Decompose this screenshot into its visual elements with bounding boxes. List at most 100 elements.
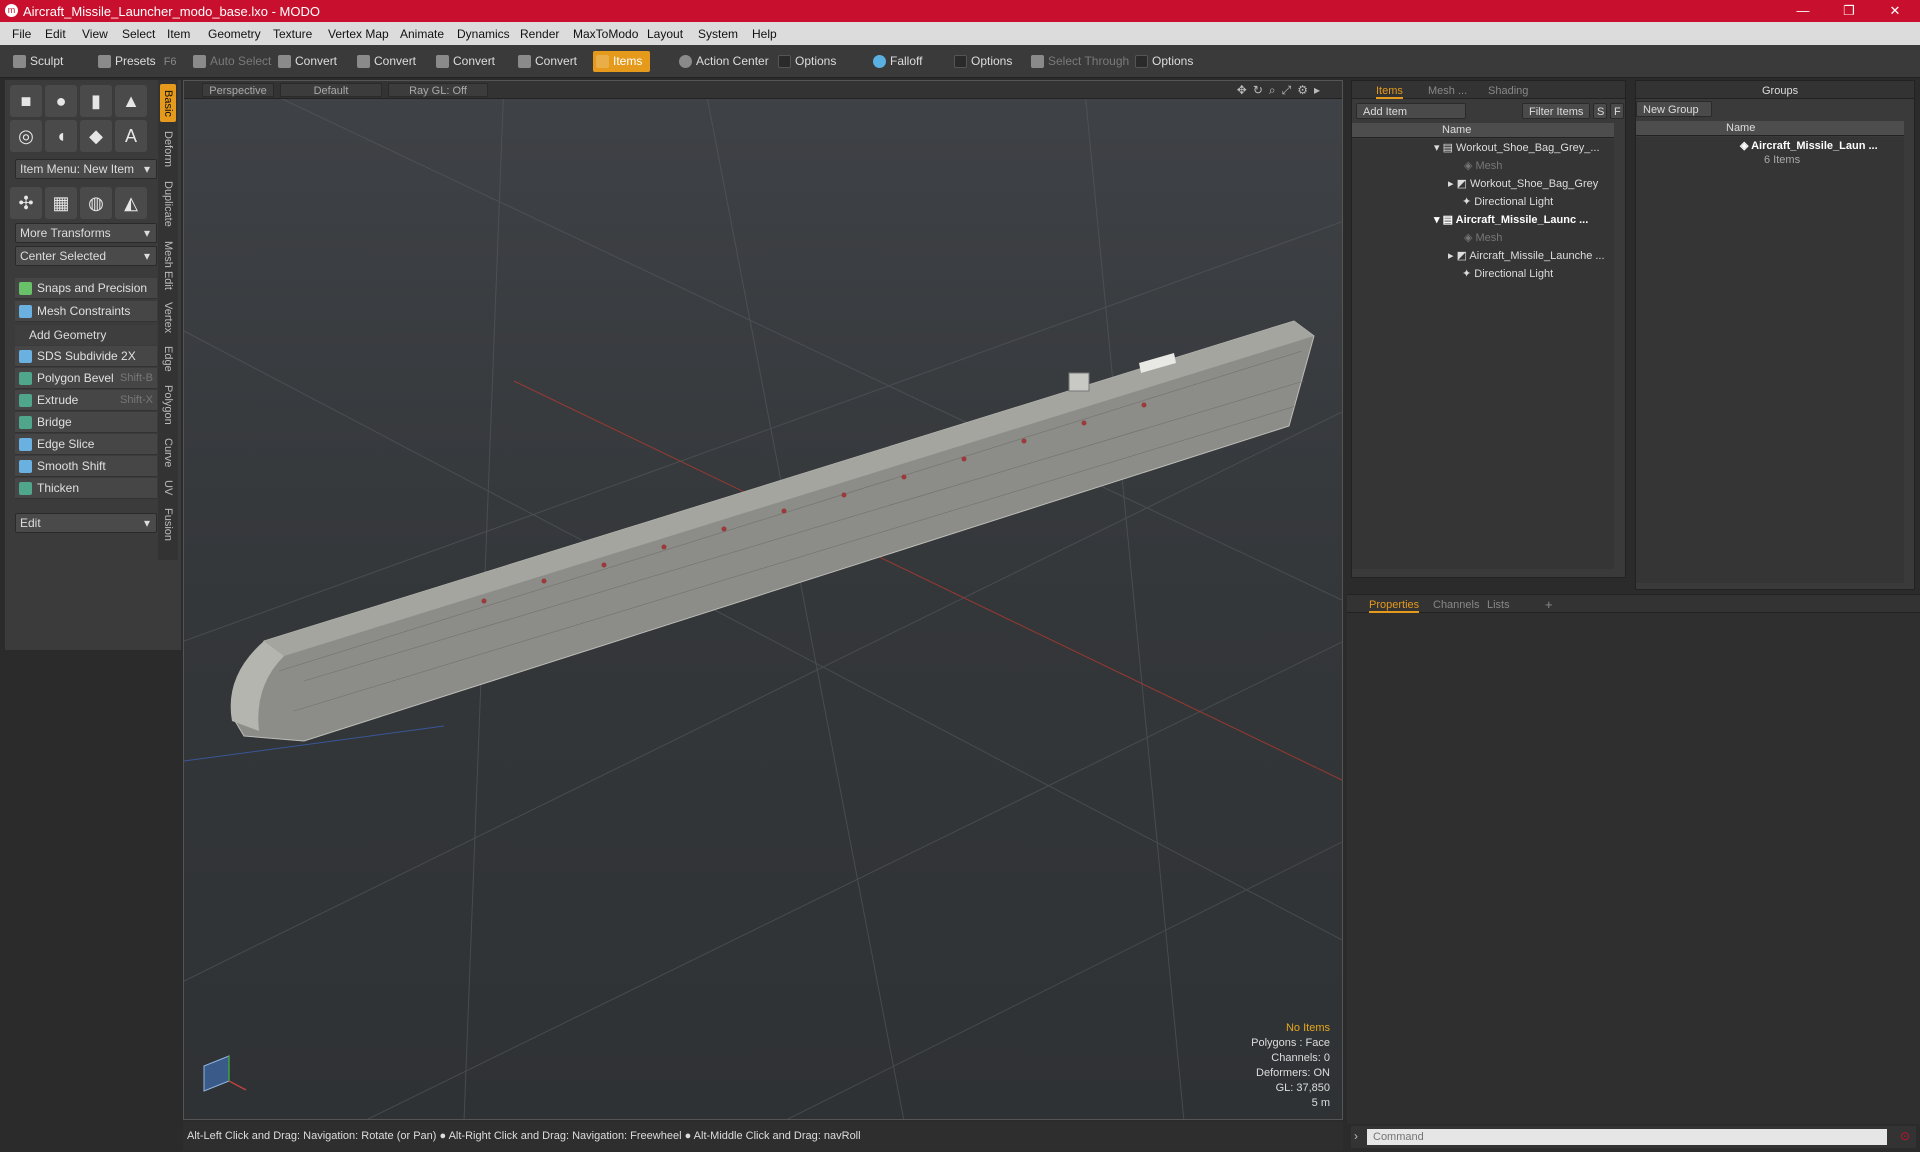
menu-edit[interactable]: Edit: [45, 27, 66, 41]
close-button[interactable]: ✕: [1872, 1, 1918, 21]
sculpt-button[interactable]: Sculpt: [10, 51, 63, 72]
new-group-button[interactable]: New Group: [1636, 101, 1712, 117]
snaps-precision-button[interactable]: Snaps and Precision: [15, 278, 157, 299]
tab-deform[interactable]: Deform: [160, 126, 176, 172]
tab-shading[interactable]: Shading: [1488, 83, 1528, 99]
tab-mesh[interactable]: Mesh ...: [1428, 83, 1467, 99]
add-item-button[interactable]: Add Item: [1356, 103, 1466, 119]
capsule-icon[interactable]: ◖: [45, 120, 77, 152]
group-row[interactable]: ◈ Aircraft_Missile_Laun ...: [1740, 137, 1878, 155]
tab-duplicate[interactable]: Duplicate: [160, 176, 176, 232]
command-input[interactable]: [1367, 1129, 1887, 1145]
convert-button-1[interactable]: Convert: [275, 51, 337, 72]
sds-subdivide-button[interactable]: SDS Subdivide 2X: [15, 346, 157, 367]
tab-polygon[interactable]: Polygon: [160, 380, 176, 430]
presets-button[interactable]: Presets F6: [95, 51, 177, 72]
more-transforms-dropdown[interactable]: More Transforms: [15, 223, 157, 243]
menu-vertex-map[interactable]: Vertex Map: [328, 27, 389, 41]
text-icon[interactable]: A: [115, 120, 147, 152]
tab-properties[interactable]: Properties: [1369, 597, 1420, 613]
tab-edge[interactable]: Edge: [160, 342, 176, 376]
cube-icon[interactable]: ■: [10, 85, 42, 117]
cone-icon[interactable]: ▲: [115, 85, 147, 117]
expand-arrow-icon[interactable]: ▾: [1434, 214, 1443, 226]
falloff-button[interactable]: Falloff: [870, 51, 922, 72]
menu-select[interactable]: Select: [122, 27, 155, 41]
sphere-icon[interactable]: ●: [45, 85, 77, 117]
tab-vertex[interactable]: Vertex: [160, 298, 176, 338]
menu-maxtomodo[interactable]: MaxToModo: [573, 27, 638, 41]
menu-layout[interactable]: Layout: [647, 27, 683, 41]
menu-render[interactable]: Render: [520, 27, 559, 41]
options-button-1[interactable]: Options: [775, 51, 836, 72]
smooth-shift-button[interactable]: Smooth Shift: [15, 456, 157, 477]
select-through-button[interactable]: Select Through: [1028, 51, 1129, 72]
list-item[interactable]: ◈ Mesh: [1464, 157, 1502, 175]
shading-dropdown[interactable]: Default: [280, 83, 382, 97]
list-item[interactable]: ▸ ◩ Workout_Shoe_Bag_Grey: [1448, 175, 1598, 193]
viewport-nav-icons[interactable]: ✥↻⌕⤢⚙▸: [1237, 83, 1326, 98]
menu-texture[interactable]: Texture: [273, 27, 312, 41]
menu-file[interactable]: File: [12, 27, 31, 41]
record-icon[interactable]: ⊙: [1900, 1129, 1910, 1143]
add-geometry-header[interactable]: Add Geometry: [15, 325, 157, 345]
globe-icon[interactable]: ◍: [80, 187, 112, 219]
extrude-button[interactable]: Extrude Shift-X: [15, 390, 157, 411]
menu-help[interactable]: Help: [752, 27, 777, 41]
list-item[interactable]: ▸ ◩ Aircraft_Missile_Launche ...: [1448, 247, 1605, 265]
filter-items-button[interactable]: Filter Items: [1522, 103, 1590, 119]
menu-animate[interactable]: Animate: [400, 27, 444, 41]
menu-geometry[interactable]: Geometry: [208, 27, 261, 41]
menu-item[interactable]: Item: [167, 27, 190, 41]
3d-viewport[interactable]: Perspective Default Ray GL: Off ✥↻⌕⤢⚙▸ N…: [183, 80, 1343, 1120]
expand-arrow-icon[interactable]: ▾: [1434, 142, 1443, 154]
expand-arrow-icon[interactable]: ▸: [1448, 178, 1457, 190]
tab-fusion[interactable]: Fusion: [160, 504, 176, 546]
edge-slice-button[interactable]: Edge Slice: [15, 434, 157, 455]
options-button-3[interactable]: Options: [1132, 51, 1193, 72]
mesh-constraints-button[interactable]: Mesh Constraints: [15, 301, 157, 322]
perspective-icon[interactable]: ◭: [115, 187, 147, 219]
bridge-button[interactable]: Bridge: [15, 412, 157, 433]
raygl-toggle[interactable]: Ray GL: Off: [388, 83, 488, 97]
tab-items[interactable]: Items: [1376, 83, 1403, 99]
convert-button-3[interactable]: Convert: [433, 51, 495, 72]
items-mode-button[interactable]: Items: [593, 51, 651, 72]
f-toggle[interactable]: F: [1610, 103, 1624, 119]
grid-icon[interactable]: ▦: [45, 187, 77, 219]
maximize-button[interactable]: ❐: [1826, 1, 1872, 21]
add-tab-button[interactable]: +: [1545, 597, 1553, 613]
tab-channels[interactable]: Channels: [1433, 597, 1479, 613]
tab-basic[interactable]: Basic: [160, 84, 176, 122]
center-selected-dropdown[interactable]: Center Selected: [15, 246, 157, 266]
tab-mesh-edit[interactable]: Mesh Edit: [160, 236, 176, 294]
convert-button-2[interactable]: Convert: [354, 51, 416, 72]
list-item[interactable]: ✦ Directional Light: [1462, 193, 1553, 211]
tab-lists[interactable]: Lists: [1487, 597, 1510, 613]
options-button-2[interactable]: Options: [951, 51, 1012, 72]
minimize-button[interactable]: —: [1780, 1, 1826, 21]
expand-arrow-icon[interactable]: ▸: [1448, 250, 1457, 262]
edit-dropdown[interactable]: Edit: [15, 513, 157, 533]
list-item[interactable]: ✦ Directional Light: [1462, 265, 1553, 283]
view-type-dropdown[interactable]: Perspective: [202, 83, 274, 97]
action-center-button[interactable]: Action Center: [676, 51, 769, 72]
transform-icon[interactable]: ✣: [10, 187, 42, 219]
tab-curve[interactable]: Curve: [160, 434, 176, 472]
s-toggle[interactable]: S: [1593, 103, 1607, 119]
pen-icon[interactable]: ◆: [80, 120, 112, 152]
torus-icon[interactable]: ◎: [10, 120, 42, 152]
thicken-button[interactable]: Thicken: [15, 478, 157, 499]
convert-button-4[interactable]: Convert: [515, 51, 577, 72]
item-menu-dropdown[interactable]: Item Menu: New Item: [15, 159, 157, 179]
tab-uv[interactable]: UV: [160, 476, 176, 500]
cylinder-icon[interactable]: ▮: [80, 85, 112, 117]
menu-view[interactable]: View: [82, 27, 108, 41]
polygon-bevel-button[interactable]: Polygon Bevel Shift-B: [15, 368, 157, 389]
list-item[interactable]: ▾ ▤ Workout_Shoe_Bag_Grey_...: [1434, 139, 1600, 157]
menu-system[interactable]: System: [698, 27, 738, 41]
list-item[interactable]: ▾ ▤ Aircraft_Missile_Launc ...: [1434, 211, 1588, 229]
menu-dynamics[interactable]: Dynamics: [457, 27, 510, 41]
auto-select-button[interactable]: Auto Select: [190, 51, 271, 72]
list-item[interactable]: ◈ Mesh: [1464, 229, 1502, 247]
